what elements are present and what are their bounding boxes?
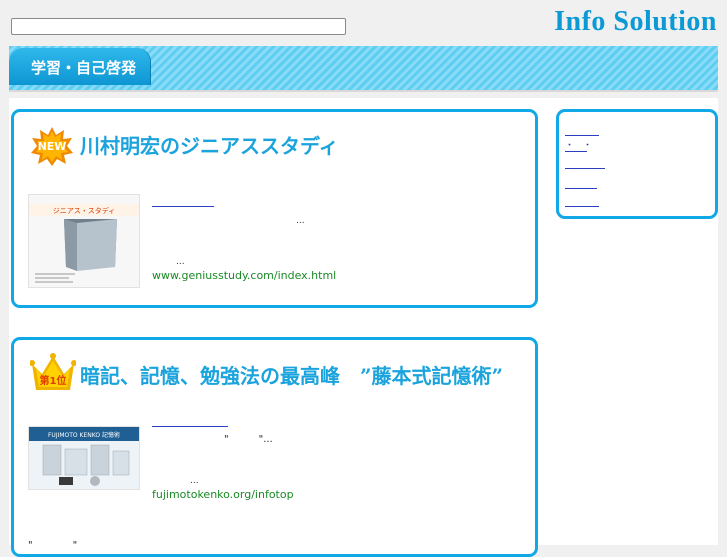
- ad-url[interactable]: www.geniusstudy.com/index.html: [152, 269, 336, 282]
- product-thumbnail[interactable]: FUJIMOTO KENKO 記憶術: [28, 426, 140, 490]
- ad-description-ellipsis: ...: [296, 216, 305, 226]
- ad-footer-quote: " ": [28, 540, 78, 551]
- svg-text:ジニアス・スタディ: ジニアス・スタディ: [53, 206, 116, 215]
- site-title[interactable]: Info Solution: [554, 6, 717, 38]
- ad-url[interactable]: fujimotokenko.org/infotop: [152, 488, 294, 501]
- ad-card-fujimoto: 第1位 暗記、記憶、勉強法の最高峰 ”藤本式記憶術” FUJIMOTO KENK…: [11, 337, 538, 557]
- sidebar-link-box: ・ ・: [556, 109, 718, 219]
- product-thumbnail[interactable]: ジニアス・スタディ: [28, 194, 140, 288]
- ad-card-genius-study: NEW 川村明宏のジニアススタディ ジニアス・スタディ ... ... www.…: [11, 109, 538, 308]
- category-tab[interactable]: 学習・自己啓発: [9, 48, 151, 85]
- sidebar-link[interactable]: [565, 197, 599, 207]
- new-badge-icon: NEW: [31, 127, 73, 166]
- sidebar-link[interactable]: ・ ・: [565, 142, 592, 152]
- sidebar-link[interactable]: [565, 159, 605, 169]
- sidebar-link[interactable]: [565, 126, 599, 136]
- ad-title[interactable]: 川村明宏のジニアススタディ: [80, 130, 339, 159]
- svg-text:第1位: 第1位: [40, 374, 67, 387]
- sidebar-link[interactable]: [565, 179, 597, 189]
- crown-rank-icon: 第1位: [30, 353, 76, 390]
- svg-text:FUJIMOTO KENKO 記憶術: FUJIMOTO KENKO 記憶術: [48, 431, 120, 439]
- ad-link[interactable]: [152, 412, 228, 427]
- ad-description-ellipsis: ...: [190, 476, 199, 486]
- ad-description: " "...: [224, 434, 273, 445]
- search-input[interactable]: [11, 18, 346, 35]
- svg-text:NEW: NEW: [38, 140, 67, 153]
- ad-title[interactable]: 暗記、記憶、勉強法の最高峰 ”藤本式記憶術”: [80, 360, 503, 389]
- ad-description-ellipsis: ...: [176, 257, 185, 267]
- ad-link[interactable]: [152, 192, 214, 207]
